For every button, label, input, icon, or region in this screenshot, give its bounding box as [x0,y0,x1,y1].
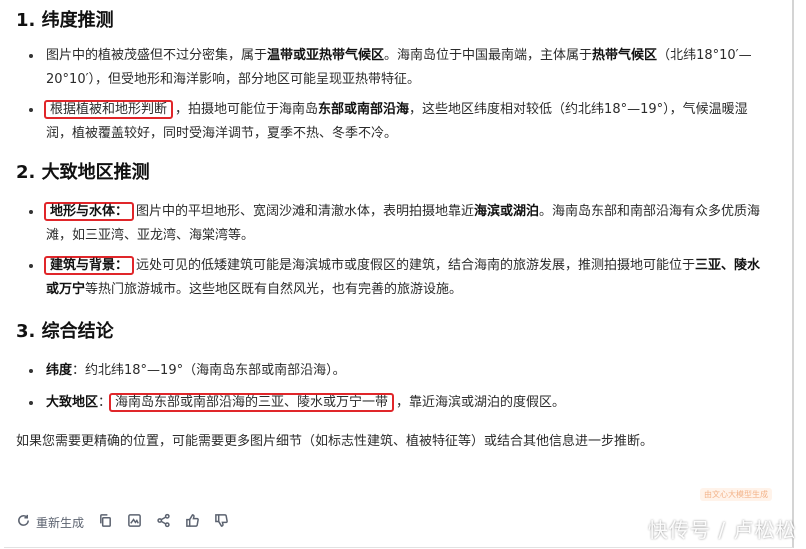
closing-text: 如果您需要更精确的位置，可能需要更多图片细节（如标志性建筑、植被特征等）或结合其… [16,434,654,449]
list-item: 纬度：约北纬18°—19°（海南岛东部或南部沿海）。 [16,359,768,383]
bold-text: 东部或南部沿海 [318,102,410,117]
text-span: 。海南岛位于中国最南端，主体属于 [384,48,593,63]
chat-response-content: 1. 纬度推测 图片中的植被茂盛但不过分密集，属于温带或亚热带气候区。海南岛位于… [16,6,768,454]
highlighted-phrase: 建筑与背景： [44,256,135,275]
list-item: 建筑与背景： 远处可见的低矮建筑可能是海滨城市或度假区的建筑，结合海南的旅游发展，… [16,254,768,302]
section-list: 图片中的植被茂盛但不过分密集，属于温带或亚热带气候区。海南岛位于中国最南端，主体… [16,44,768,146]
section-heading: 1. 纬度推测 [16,10,114,31]
text-span: 图片中的平坦地形、宽阔沙滩和清澈水体，表明拍摄地靠近 [136,204,475,219]
copy-button[interactable] [98,513,113,531]
ai-generated-badge: 由文心大模型生成 [700,488,772,501]
copy-icon [98,513,113,531]
section-list: 纬度：约北纬18°—19°（海南岛东部或南部沿海）。 大致地区： 海南岛东部或南部… [16,359,768,415]
list-item: 地形与水体： 图片中的平坦地形、宽阔沙滩和清澈水体，表明拍摄地靠近海滨或湖泊。海南… [16,200,768,248]
refresh-icon [16,513,31,531]
list-item: 根据植被和地形判断 ，拍摄地可能位于海南岛东部或南部沿海，这些地区纬度相对较低（约… [16,98,768,146]
bold-text: 海滨或湖泊 [474,204,540,219]
bold-text: 热带气候区 [592,48,658,63]
dislike-button[interactable] [214,513,229,531]
text-span: 图片中的植被茂盛但不过分密集，属于 [46,48,268,63]
text-span: ，靠近海滨或湖泊的度假区。 [396,395,566,410]
list-item: 大致地区： 海南岛东部或南部沿海的三亚、陵水或万宁一带 ，靠近海滨或湖泊的度假区。 [16,391,768,415]
highlighted-phrase: 根据植被和地形判断 [44,100,174,119]
bold-text: 纬度 [46,363,73,378]
image-icon [127,513,142,531]
section-heading: 3. 综合结论 [16,321,114,342]
like-button[interactable] [185,513,200,531]
thumbs-down-icon [214,513,229,531]
text-span: ：约北纬18°—19°（海南岛东部或南部沿海）。 [72,363,346,378]
response-toolbar: 重新生成 [16,512,243,532]
text-span: ，拍摄地可能位于海南岛 [175,102,319,117]
regenerate-label: 重新生成 [36,515,85,530]
image-button[interactable] [127,513,142,531]
list-item: 图片中的植被茂盛但不过分密集，属于温带或亚热带气候区。海南岛位于中国最南端，主体… [16,44,768,92]
thumbs-up-icon [185,513,200,531]
section-list: 地形与水体： 图片中的平坦地形、宽阔沙滩和清澈水体，表明拍摄地靠近海滨或湖泊。海南… [16,200,768,302]
text-span: 远处可见的低矮建筑可能是海滨城市或度假区的建筑，结合海南的旅游发展，推测拍摄地可… [136,258,696,273]
bold-text: 大致地区 [46,395,99,410]
section-heading: 2. 大致地区推测 [16,162,150,183]
bold-text: 温带或亚热带气候区 [267,48,385,63]
share-icon [156,513,171,531]
watermark-text: 快传号 / 卢松松 [648,518,797,542]
highlighted-phrase: 海南岛东部或南部沿海的三亚、陵水或万宁一带 [109,393,395,412]
text-span: 等热门旅游城市。这些地区既有自然风光，也有完善的旅游设施。 [85,282,463,297]
share-button[interactable] [156,513,171,531]
regenerate-button[interactable]: 重新生成 [16,513,84,531]
highlighted-phrase: 地形与水体： [44,202,135,221]
